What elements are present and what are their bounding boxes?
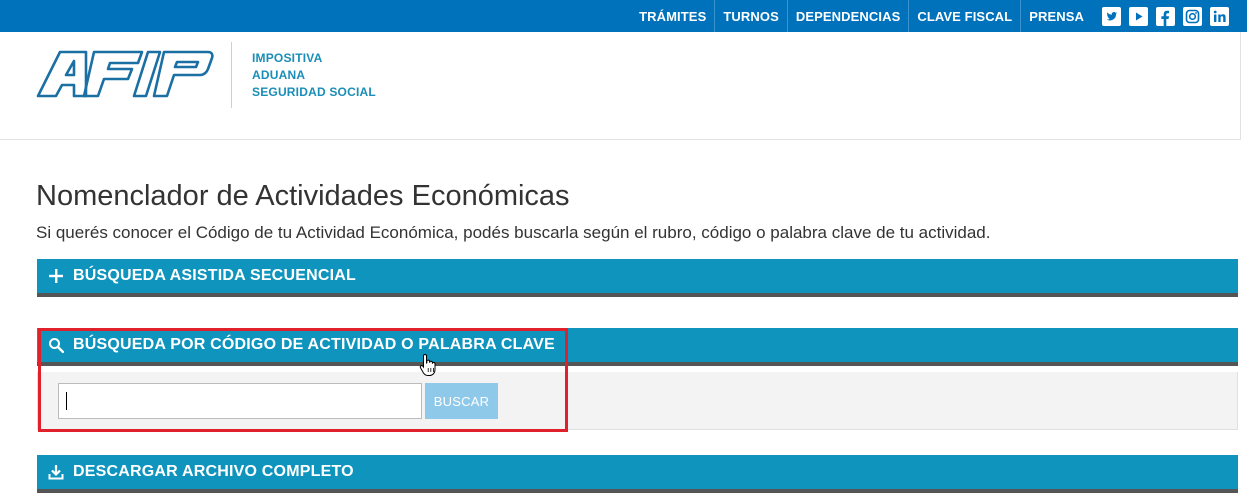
youtube-icon[interactable] bbox=[1129, 6, 1148, 26]
tagline-impositiva: IMPOSITIVA bbox=[252, 51, 323, 65]
nav-clave-fiscal[interactable]: CLAVE FISCAL bbox=[909, 0, 1022, 32]
social-links bbox=[1092, 0, 1247, 32]
panel-descargar-archivo[interactable]: DESCARGAR ARCHIVO COMPLETO bbox=[37, 455, 1238, 493]
tagline-aduana: ADUANA bbox=[252, 68, 306, 82]
nav-turnos[interactable]: TURNOS bbox=[715, 0, 788, 32]
nav-dependencias[interactable]: DEPENDENCIAS bbox=[788, 0, 910, 32]
page-title: Nomenclador de Actividades Económicas bbox=[36, 180, 570, 212]
panel-busqueda-asistida[interactable]: BÚSQUEDA ASISTIDA SECUENCIAL bbox=[37, 259, 1238, 297]
page-subtitle: Si querés conocer el Código de tu Activi… bbox=[36, 223, 991, 242]
search-input[interactable] bbox=[58, 383, 422, 419]
scrollbar-edge bbox=[1240, 32, 1247, 140]
header-divider bbox=[231, 42, 232, 108]
panel-label: DESCARGAR ARCHIVO COMPLETO bbox=[73, 463, 354, 480]
facebook-icon[interactable] bbox=[1156, 6, 1175, 26]
linkedin-icon[interactable] bbox=[1210, 6, 1229, 26]
tagline: IMPOSITIVA ADUANA SEGURIDAD SOCIAL bbox=[252, 50, 376, 101]
text-caret bbox=[66, 392, 67, 410]
twitter-icon[interactable] bbox=[1102, 6, 1121, 26]
plus-icon bbox=[47, 267, 65, 285]
search-button[interactable]: BUSCAR bbox=[425, 383, 498, 419]
search-icon bbox=[47, 336, 65, 354]
nav-prensa[interactable]: PRENSA bbox=[1021, 0, 1092, 32]
top-bar: TRÁMITES TURNOS DEPENDENCIAS CLAVE FISCA… bbox=[0, 0, 1247, 32]
download-icon bbox=[47, 463, 65, 481]
instagram-icon[interactable] bbox=[1183, 6, 1202, 26]
afip-logo[interactable] bbox=[36, 49, 214, 99]
panel-label: BÚSQUEDA ASISTIDA SECUENCIAL bbox=[73, 267, 356, 284]
top-nav: TRÁMITES TURNOS DEPENDENCIAS CLAVE FISCA… bbox=[631, 0, 1247, 32]
panel-label: BÚSQUEDA POR CÓDIGO DE ACTIVIDAD O PALAB… bbox=[73, 336, 555, 353]
panel-busqueda-codigo[interactable]: BÚSQUEDA POR CÓDIGO DE ACTIVIDAD O PALAB… bbox=[37, 328, 1238, 366]
site-header: IMPOSITIVA ADUANA SEGURIDAD SOCIAL bbox=[0, 32, 1247, 140]
nav-tramites[interactable]: TRÁMITES bbox=[631, 0, 716, 32]
tagline-seguridad-social: SEGURIDAD SOCIAL bbox=[252, 85, 376, 99]
